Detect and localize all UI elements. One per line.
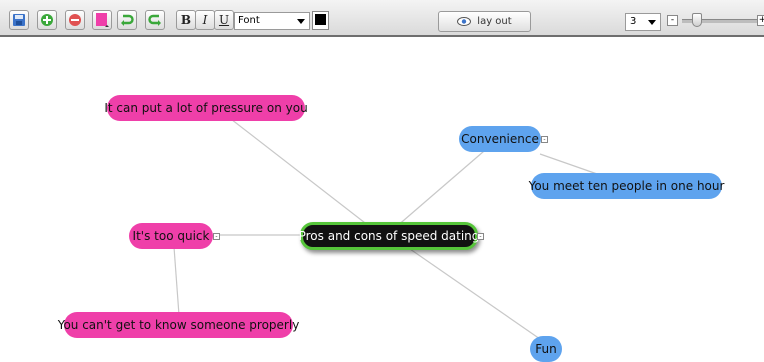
mindmap-node-get-to-know[interactable]: You can't get to know someone properly: [58, 312, 299, 338]
mindmap-node-fun[interactable]: Fun: [530, 336, 562, 362]
depth-select-value: 3: [630, 16, 637, 27]
node-label: Convenience: [461, 132, 539, 146]
edge-ten-people: [539, 153, 601, 176]
save-button[interactable]: [9, 10, 29, 30]
eye-icon: [457, 17, 472, 26]
text-color-swatch: [315, 14, 326, 25]
remove-node-icon: [69, 14, 81, 26]
layout-button[interactable]: lay out: [438, 11, 531, 32]
chevron-down-icon: [648, 20, 656, 25]
redo-button[interactable]: [145, 10, 165, 30]
edge-get-to-know: [173, 246, 180, 316]
bold-button[interactable]: B: [176, 10, 196, 30]
node-label: It can put a lot of pressure on you: [104, 101, 308, 115]
mindmap-central-node[interactable]: Pros and cons of speed dating: [298, 222, 480, 250]
zoom-out-button[interactable]: -: [667, 15, 678, 26]
mindmap-node-ten-people[interactable]: You meet ten people in one hour: [528, 173, 725, 199]
layout-button-label: lay out: [477, 16, 512, 27]
edge-pressure: [217, 108, 379, 234]
edge-fun: [409, 248, 541, 340]
add-node-button[interactable]: [37, 10, 57, 30]
undo-button[interactable]: [117, 10, 137, 30]
node-label: It's too quick: [132, 229, 210, 243]
save-icon: [13, 14, 25, 26]
toolbar: B I U Font lay out 3 - +: [0, 0, 764, 37]
collapse-toggle[interactable]: -: [541, 136, 548, 143]
add-node-icon: [41, 14, 53, 26]
zoom-slider-thumb[interactable]: [691, 13, 702, 27]
underline-button[interactable]: U: [214, 10, 234, 30]
node-label: You can't get to know someone properly: [57, 318, 300, 332]
node-color-icon: [96, 13, 109, 27]
font-select-value: Font: [238, 15, 260, 26]
italic-button[interactable]: I: [195, 10, 215, 30]
central-node-label: Pros and cons of speed dating: [298, 229, 480, 243]
text-color-picker[interactable]: [312, 11, 329, 30]
node-label: You meet ten people in one hour: [528, 179, 725, 193]
zoom-in-button[interactable]: +: [757, 15, 764, 26]
chevron-down-icon: [297, 19, 305, 24]
redo-icon: [148, 14, 161, 26]
mindmap-node-too-quick[interactable]: It's too quick: [129, 223, 213, 249]
edge-convenience: [395, 138, 499, 228]
collapse-toggle[interactable]: -: [213, 233, 220, 240]
font-select[interactable]: Font: [234, 12, 310, 30]
mindmap-canvas[interactable]: It can put a lot of pressure on you Conv…: [0, 37, 764, 362]
mindmap-node-convenience[interactable]: Convenience: [459, 126, 541, 152]
collapse-toggle[interactable]: -: [477, 233, 484, 240]
node-color-button[interactable]: [92, 10, 112, 30]
mindmap-node-pressure[interactable]: It can put a lot of pressure on you: [104, 95, 308, 121]
depth-select[interactable]: 3: [625, 13, 661, 31]
node-label: Fun: [535, 342, 557, 356]
remove-node-button[interactable]: [65, 10, 85, 30]
undo-icon: [121, 14, 134, 26]
